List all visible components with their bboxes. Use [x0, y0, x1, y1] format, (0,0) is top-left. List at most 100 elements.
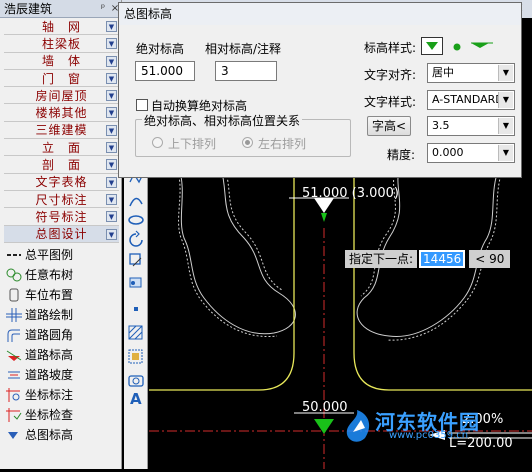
precision-select[interactable]: 0.000 ▼: [427, 143, 515, 163]
command-icon: [5, 427, 23, 443]
command-label: 坐标标注: [25, 388, 74, 403]
vertical-radio[interactable]: [152, 137, 163, 148]
chevron-down-icon[interactable]: ▼: [106, 72, 117, 84]
svg-text:A: A: [130, 390, 142, 408]
elevation-label-top: 51.000 (3.000): [302, 186, 399, 201]
command-8[interactable]: 坐标检查: [0, 405, 121, 425]
command-2[interactable]: 车位布置: [0, 285, 121, 305]
make-block-icon[interactable]: [129, 277, 142, 288]
command-icon: [5, 287, 23, 303]
category-6[interactable]: 三维建模 ▼: [4, 122, 119, 140]
drawing-canvas[interactable]: 51.000 (3.000) 50.000 2.00% L=200.00 河东软…: [149, 168, 532, 469]
ellipse-tool-icon[interactable]: [128, 215, 144, 225]
abs-elevation-input[interactable]: 51.000: [135, 61, 195, 81]
hatch-tool-icon[interactable]: [128, 325, 143, 340]
category-2[interactable]: 墙 体 ▼: [4, 53, 119, 70]
command-1[interactable]: 任意布树: [0, 265, 121, 285]
watermark-url: www.pc0359.cn: [389, 430, 469, 441]
category-list: 轴 网 ▼ 柱梁板 ▼ 墙 体 ▼ 门 窗 ▼ 房间屋顶 ▼ 楼梯其他 ▼ 三维建模 ▼ 立 面 ▼ 剖 面 ▼ 文…: [0, 18, 121, 243]
chevron-down-icon[interactable]: ▼: [106, 211, 117, 223]
category-9[interactable]: 文字表格 ▼: [4, 174, 119, 191]
style-options-icons[interactable]: [449, 37, 499, 55]
elevation-marker-bottom: [314, 419, 334, 434]
chevron-down-icon[interactable]: ▼: [106, 55, 117, 67]
command-6[interactable]: 道路坡度: [0, 365, 121, 385]
command-label: 总图标高: [25, 428, 74, 443]
chevron-down-icon: ▼: [498, 65, 513, 81]
command-5[interactable]: 道路标高: [0, 345, 121, 365]
category-7[interactable]: 立 面 ▼: [4, 139, 119, 157]
category-label: 墙 体: [41, 54, 81, 69]
chevron-down-icon[interactable]: ▼: [106, 176, 117, 188]
tool-panel: 浩辰建筑 ᵖ × 轴 网 ▼ 柱梁板 ▼ 墙 体 ▼ 门 窗 ▼ 房间屋顶 ▼ 楼梯其他 ▼ 三维建模 ▼…: [0, 0, 122, 469]
dynamic-input-prompt: 指定下一点: 14456 < 90: [345, 250, 511, 268]
category-4[interactable]: 房间屋顶 ▼: [4, 87, 119, 105]
category-label: 楼梯其他: [35, 106, 88, 121]
font-height-button[interactable]: 字高<: [367, 116, 411, 136]
prompt-angle[interactable]: < 90: [469, 250, 511, 268]
command-icon: [5, 247, 23, 263]
category-11[interactable]: 符号标注 ▼: [4, 208, 119, 226]
category-10[interactable]: 尺寸标注 ▼: [4, 191, 119, 209]
panel-title-bar: 浩辰建筑 ᵖ ×: [0, 0, 121, 18]
font-height-select[interactable]: 3.5 ▼: [427, 116, 515, 136]
style-triangle-button[interactable]: [421, 37, 443, 55]
command-7[interactable]: 坐标标注: [0, 385, 121, 405]
chevron-down-icon[interactable]: ▼: [106, 159, 117, 171]
command-label: 道路绘制: [25, 308, 74, 323]
command-icon: [5, 347, 23, 363]
horizontal-radio[interactable]: [242, 137, 253, 148]
command-label: 道路圆角: [25, 328, 74, 343]
chevron-down-icon[interactable]: ▼: [106, 142, 117, 154]
command-label: 道路标高: [25, 348, 74, 363]
watermark: 河东软件园 www.pc0359.cn: [339, 406, 529, 446]
category-label: 文字表格: [35, 175, 88, 190]
category-label: 符号标注: [35, 209, 88, 224]
command-0[interactable]: 总平图例: [0, 245, 121, 265]
category-12[interactable]: 总图设计 ▼: [4, 225, 119, 243]
text-style-select[interactable]: A-STANDARD ▼: [427, 90, 515, 110]
chevron-down-icon[interactable]: ▼: [106, 90, 117, 102]
rotate-tool-icon[interactable]: [129, 230, 143, 247]
chevron-down-icon[interactable]: ▼: [106, 124, 117, 136]
rel-elevation-input[interactable]: 3: [215, 61, 277, 81]
chevron-down-icon: ▼: [498, 118, 513, 134]
category-3[interactable]: 门 窗 ▼: [4, 70, 119, 88]
chevron-down-icon[interactable]: ▼: [106, 38, 117, 50]
command-label: 坐标检查: [25, 408, 74, 423]
command-label: 任意布树: [25, 268, 74, 283]
auto-calc-checkbox[interactable]: [136, 99, 148, 111]
command-label: 道路坡度: [25, 368, 74, 383]
arc-tool-icon[interactable]: [129, 197, 143, 207]
pin-icon[interactable]: ᵖ: [97, 3, 109, 14]
dialog-title: 总图标高: [119, 3, 521, 25]
insert-block-icon[interactable]: [129, 253, 142, 267]
elevation-cursor-marker: [321, 213, 327, 222]
prompt-label: 指定下一点:: [345, 250, 418, 268]
camera-icon[interactable]: [128, 375, 144, 387]
chevron-down-icon[interactable]: ▼: [106, 193, 117, 205]
category-8[interactable]: 剖 面 ▼: [4, 156, 119, 174]
position-group: 绝对标高、相对标高位置关系 上下排列 左右排列: [135, 112, 351, 157]
elevation-dialog: 总图标高 绝对标高 相对标高/注释 51.000 3 自动换算绝对标高 绝对标高…: [118, 2, 522, 178]
category-label: 房间屋顶: [35, 88, 88, 103]
toolbar-icons: A: [128, 170, 144, 408]
command-3[interactable]: 道路绘制: [0, 305, 121, 325]
command-9[interactable]: 总图标高: [0, 425, 121, 445]
text-align-select[interactable]: 居中 ▼: [427, 63, 515, 83]
chevron-down-icon[interactable]: ▼: [106, 21, 117, 32]
prompt-input[interactable]: 14456: [419, 250, 466, 268]
category-0[interactable]: 轴 网 ▼: [4, 18, 119, 36]
category-1[interactable]: 柱梁板 ▼: [4, 35, 119, 53]
chevron-down-icon[interactable]: ▼: [106, 107, 117, 119]
category-5[interactable]: 楼梯其他 ▼: [4, 104, 119, 122]
point-tool-icon[interactable]: [134, 307, 138, 311]
dot-style-icon: [453, 43, 461, 51]
category-label: 尺寸标注: [35, 192, 88, 207]
command-4[interactable]: 道路圆角: [0, 325, 121, 345]
region-tool-icon[interactable]: [128, 349, 143, 364]
drawing-toolbar: A: [124, 168, 148, 469]
panel-title: 浩辰建筑: [4, 2, 53, 16]
chevron-down-icon[interactable]: ▼: [106, 228, 117, 240]
text-tool-icon[interactable]: A: [130, 390, 142, 408]
